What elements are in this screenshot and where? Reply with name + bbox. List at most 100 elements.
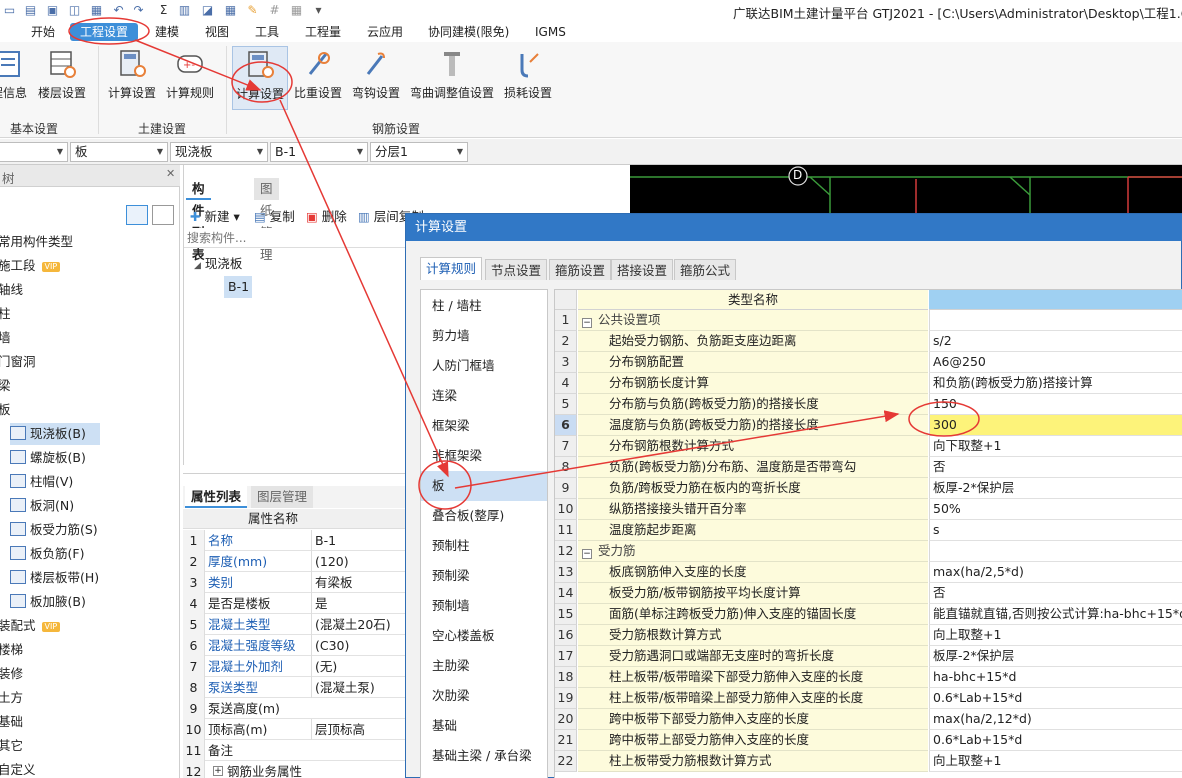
setting-value[interactable]: 0.6*Lab+15*d xyxy=(929,688,1182,709)
property-row[interactable]: 3 类别 有梁板 xyxy=(183,572,413,593)
dialog-tab-stirrup-formula[interactable]: 箍筋公式 xyxy=(674,259,737,280)
tree-item-earthwork[interactable]: 土方 xyxy=(0,687,23,709)
setting-value[interactable]: 和负筋(跨板受力筋)搭接计算 xyxy=(929,373,1182,394)
grid-row[interactable]: 14 板受力筋/板带钢筋按平均长度计算否 xyxy=(555,583,1182,604)
setting-value[interactable]: 板厚-2*保护层 xyxy=(929,478,1182,499)
component-combo[interactable]: B-1 ▼ xyxy=(270,142,368,162)
tree-item-column-cap[interactable]: 柱帽(V) xyxy=(10,471,73,493)
tab-component-list[interactable]: 构件列表 xyxy=(186,178,211,262)
tree-root-item[interactable]: ◢ 现浇板 xyxy=(194,253,242,272)
dialog-tab-node-settings[interactable]: 节点设置 xyxy=(485,259,548,280)
category-item[interactable]: 基础 xyxy=(421,711,547,741)
dialog-tab-stirrup-settings[interactable]: 箍筋设置 xyxy=(549,259,612,280)
tree-item-floor-strip[interactable]: 楼层板带(H) xyxy=(10,567,99,589)
type-combo[interactable]: 现浇板 ▼ xyxy=(170,142,268,162)
bend-adjust-settings-button[interactable]: 弯曲调整值设置 xyxy=(408,46,496,110)
grid-row[interactable]: 18 柱上板带/板带暗梁下部受力筋伸入支座的长度 ha-bhc+15*d xyxy=(555,667,1182,688)
property-value[interactable]: (混凝土泵) xyxy=(311,677,413,698)
tab-property-list[interactable]: 属性列表 xyxy=(185,486,248,508)
grid-row[interactable]: 9 负筋/跨板受力筋在板内的弯折长度 板厚-2*保护层 xyxy=(555,478,1182,499)
view-icon[interactable]: ◪ xyxy=(200,3,215,17)
tree-item-slab-rebar[interactable]: 板受力筋(S) xyxy=(10,519,98,541)
menu-collab[interactable]: 协同建模(限免) xyxy=(428,23,509,41)
category-item[interactable]: 主肋梁 xyxy=(421,651,547,681)
expand-icon[interactable]: + xyxy=(213,766,223,776)
new-button[interactable]: ✚ 新建 ▾ xyxy=(190,206,240,225)
layer-combo[interactable]: 分层1 ▼ xyxy=(370,142,468,162)
grid-row[interactable]: 21 跨中板带上部受力筋伸入支座的长度 0.6*Lab+15*d xyxy=(555,730,1182,751)
property-value[interactable]: (无) xyxy=(311,656,413,677)
redo-icon[interactable]: ↷ xyxy=(131,3,146,17)
category-item[interactable]: 人防门框墙 xyxy=(421,351,547,381)
tree-item-axis[interactable]: 轴线 xyxy=(0,279,23,301)
property-value[interactable]: 有梁板 xyxy=(311,572,413,593)
property-row[interactable]: 6 混凝土强度等级 (C30) xyxy=(183,635,413,656)
property-value[interactable]: B-1 xyxy=(311,530,413,551)
civil-calc-rules-button[interactable]: +- 计算规则 xyxy=(164,46,216,110)
setting-value[interactable]: 50% xyxy=(929,499,1182,520)
menu-tools[interactable]: 工具 xyxy=(255,23,279,41)
property-row[interactable]: 4 是否是楼板是 xyxy=(183,593,413,614)
civil-calc-settings-button[interactable]: 计算设置 xyxy=(106,46,158,110)
tree-item-column[interactable]: 柱 xyxy=(0,303,11,325)
category-combo[interactable]: 板 ▼ xyxy=(70,142,168,162)
undo-icon[interactable]: ↶ xyxy=(111,3,126,17)
tree-item-prefab[interactable]: 装配式 VIP xyxy=(0,615,61,637)
tree-item-beam[interactable]: 梁 xyxy=(0,375,11,397)
tree-item-other[interactable]: 其它 xyxy=(0,735,23,757)
table-icon[interactable]: ▦ xyxy=(223,3,238,17)
setting-value[interactable]: A6@250 xyxy=(929,352,1182,373)
setting-value[interactable]: max(ha/2,5*d) xyxy=(929,562,1182,583)
delete-button[interactable]: ▣ 删除 xyxy=(306,206,347,225)
grid-row[interactable]: 5 分布筋与负筋(跨板受力筋)的搭接长度 150 xyxy=(555,394,1182,415)
grid-row[interactable]: 17 受力筋遇洞口或端部无支座时的弯折长度 板厚-2*保护层 xyxy=(555,646,1182,667)
list-view-icon[interactable] xyxy=(126,205,148,225)
category-item[interactable]: 基础主梁 / 承台梁 xyxy=(421,741,547,771)
tab-drawing-manage[interactable]: 图纸管理 xyxy=(254,178,279,262)
tree-item-spiral-slab[interactable]: 螺旋板(B) xyxy=(10,447,86,469)
setting-value[interactable]: s xyxy=(929,520,1182,541)
grid-row[interactable]: 7 分布钢筋根数计算方式 向下取整+1 xyxy=(555,436,1182,457)
grid-row[interactable]: 19 柱上板带/板带暗梁上部受力筋伸入支座的长度 0.6*Lab+15*d xyxy=(555,688,1182,709)
menu-view[interactable]: 视图 xyxy=(205,23,229,41)
collapse-icon[interactable]: − xyxy=(582,318,592,328)
grid-row[interactable]: 2 起始受力钢筋、负筋距支座边距离 s/2 xyxy=(555,331,1182,352)
project-info-button[interactable]: 程信息 xyxy=(0,46,30,110)
property-row[interactable]: 12 钢筋业务属性 + xyxy=(183,761,413,778)
tree-item-wall[interactable]: 墙 xyxy=(0,327,11,349)
property-row[interactable]: 2 厚度(mm) (120) xyxy=(183,551,413,572)
category-item[interactable]: 板 xyxy=(421,471,547,501)
report-icon[interactable]: ▥ xyxy=(177,3,192,17)
menu-modeling[interactable]: 建模 xyxy=(155,23,179,41)
close-icon[interactable]: ✕ xyxy=(166,167,175,180)
menu-quantity[interactable]: 工程量 xyxy=(305,23,341,41)
menu-igms[interactable]: IGMS xyxy=(535,23,566,41)
component-search-input[interactable] xyxy=(184,228,406,248)
setting-value[interactable]: 0.6*Lab+15*d xyxy=(929,730,1182,751)
collapse-icon[interactable]: − xyxy=(582,549,592,559)
grid-view-icon[interactable] xyxy=(152,205,174,225)
setting-value[interactable]: 能直锚就直锚,否则按公式计算:ha-bhc+15*d xyxy=(929,604,1182,625)
tree-item-common-types[interactable]: 常用构件类型 xyxy=(0,231,73,253)
setting-value[interactable]: 300 xyxy=(929,415,1182,436)
category-item[interactable]: 预制墙 xyxy=(421,591,547,621)
tree-item-slab-neg-rebar[interactable]: 板负筋(F) xyxy=(10,543,84,565)
setting-value[interactable] xyxy=(929,541,1182,562)
grid-row[interactable]: 11 温度筋起步距离 s xyxy=(555,520,1182,541)
property-value[interactable]: (混凝土20石) xyxy=(311,614,413,635)
tree-item-custom[interactable]: 自定义 xyxy=(0,759,36,778)
setting-value[interactable]: 否 xyxy=(929,457,1182,478)
category-item[interactable]: 剪力墙 xyxy=(421,321,547,351)
property-row[interactable]: 7 混凝土外加剂 (无) xyxy=(183,656,413,677)
setting-value[interactable]: 向上取整+1 xyxy=(929,625,1182,646)
category-item[interactable]: 连梁 xyxy=(421,381,547,411)
setting-value[interactable]: 向上取整+1 xyxy=(929,751,1182,772)
property-value[interactable]: 是 xyxy=(311,593,413,614)
new-file-icon[interactable]: ▭ xyxy=(2,3,17,17)
setting-value[interactable]: max(ha/2,12*d) xyxy=(929,709,1182,730)
grid-row[interactable]: 22 柱上板带受力筋根数计算方式 向上取整+1 xyxy=(555,751,1182,772)
tree-item-construction-section[interactable]: 施工段 VIP xyxy=(0,255,61,277)
pencil-icon[interactable]: ✎ xyxy=(245,3,260,17)
setting-value[interactable]: ha-bhc+15*d xyxy=(929,667,1182,688)
hook-settings-button[interactable]: 弯钩设置 xyxy=(350,46,402,110)
